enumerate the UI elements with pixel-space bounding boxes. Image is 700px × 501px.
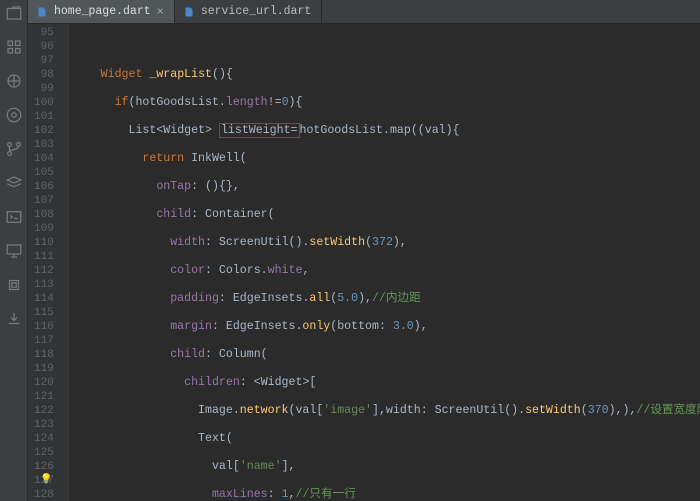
line-number: 102: [34, 124, 54, 138]
line-number: 123: [34, 418, 54, 432]
terminal-icon[interactable]: [5, 208, 23, 226]
intention-bulb-icon[interactable]: 💡: [40, 474, 52, 488]
line-number-gutter: 9596979899100101102103104105106107108109…: [28, 24, 69, 501]
line-number: 98: [34, 68, 54, 82]
line-number: 114: [34, 292, 54, 306]
line-number: 128: [34, 488, 54, 501]
line-number: 113: [34, 278, 54, 292]
line-number: 96: [34, 40, 54, 54]
line-number: 124: [34, 432, 54, 446]
line-number: 119: [34, 362, 54, 376]
monitor-icon[interactable]: [5, 242, 23, 260]
editor-area: home_page.dart × service_url.dart 959697…: [28, 0, 700, 501]
line-number: 111: [34, 250, 54, 264]
line-number: 121: [34, 390, 54, 404]
line-number: 125: [34, 446, 54, 460]
download-icon[interactable]: [5, 310, 23, 328]
line-number: 105: [34, 166, 54, 180]
line-number: 110: [34, 236, 54, 250]
app-root: home_page.dart × service_url.dart 959697…: [0, 0, 700, 501]
line-number: 122: [34, 404, 54, 418]
chip-icon[interactable]: [5, 276, 23, 294]
line-number: 97: [34, 54, 54, 68]
tab-home-page[interactable]: home_page.dart ×: [28, 0, 175, 23]
tab-label: home_page.dart: [54, 5, 151, 18]
code-content[interactable]: Widget _wrapList(){ if(hotGoodsList.leng…: [69, 24, 700, 501]
activity-bar: [0, 0, 28, 501]
favorites-icon[interactable]: [5, 72, 23, 90]
line-number: 112: [34, 264, 54, 278]
line-number: 109: [34, 222, 54, 236]
structure-icon[interactable]: [5, 38, 23, 56]
line-number: 126: [34, 460, 54, 474]
dart-file-icon: [183, 6, 195, 18]
branch-icon[interactable]: [5, 140, 23, 158]
close-icon[interactable]: ×: [157, 6, 164, 18]
line-number: 118: [34, 348, 54, 362]
line-number: 99: [34, 82, 54, 96]
tab-label: service_url.dart: [201, 5, 311, 18]
line-number: 117: [34, 334, 54, 348]
line-number: 107: [34, 194, 54, 208]
code-editor[interactable]: 9596979899100101102103104105106107108109…: [28, 24, 700, 501]
line-number: 116: [34, 320, 54, 334]
project-icon[interactable]: [5, 4, 23, 22]
line-number: 104: [34, 152, 54, 166]
line-number: 103: [34, 138, 54, 152]
line-number: 120: [34, 376, 54, 390]
line-number: 95: [34, 26, 54, 40]
tab-bar: home_page.dart × service_url.dart: [28, 0, 700, 24]
line-number: 127💡: [34, 474, 54, 488]
line-number: 100: [34, 96, 54, 110]
line-number: 106: [34, 180, 54, 194]
dart-file-icon: [36, 6, 48, 18]
layers-icon[interactable]: [5, 174, 23, 192]
line-number: 115: [34, 306, 54, 320]
line-number: 101: [34, 110, 54, 124]
line-number: 108: [34, 208, 54, 222]
tab-service-url[interactable]: service_url.dart: [175, 0, 322, 23]
build-icon[interactable]: [5, 106, 23, 124]
